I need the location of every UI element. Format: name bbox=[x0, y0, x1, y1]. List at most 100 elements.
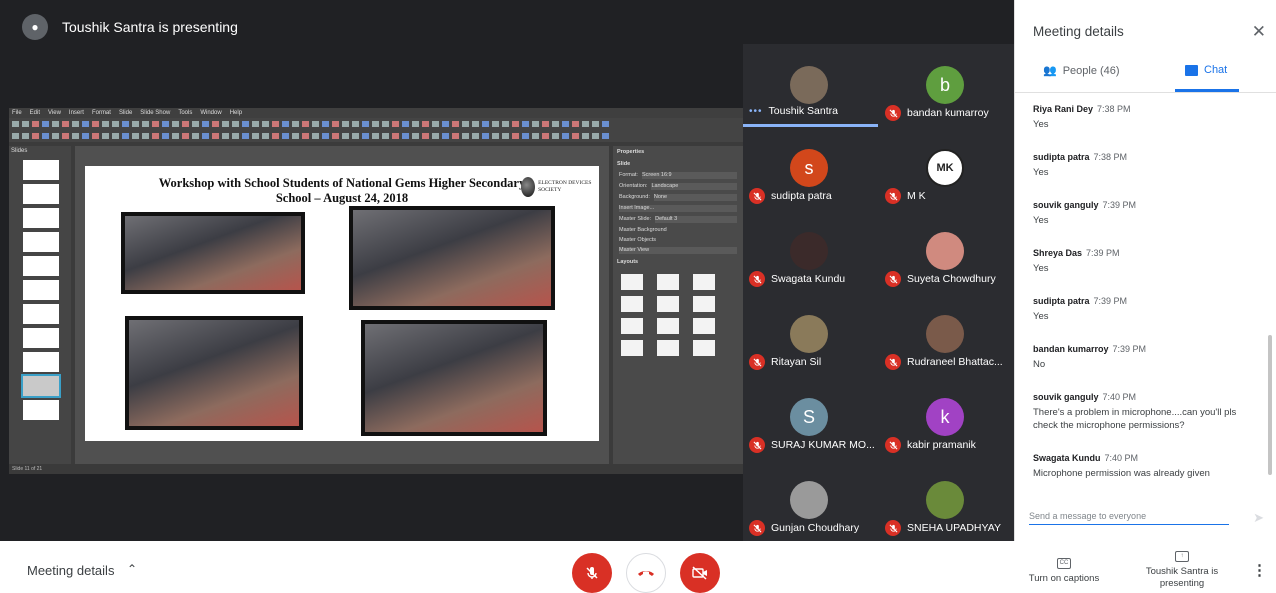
toolbar-icon[interactable] bbox=[12, 121, 19, 127]
toolbar-icon[interactable] bbox=[602, 121, 609, 127]
toolbar-icon[interactable] bbox=[142, 121, 149, 127]
lo-menu-item[interactable]: Help bbox=[230, 110, 242, 116]
toolbar-icon[interactable] bbox=[462, 133, 469, 139]
slide-thumbnail[interactable] bbox=[23, 352, 59, 372]
toolbar-icon[interactable] bbox=[522, 121, 529, 127]
toolbar-icon[interactable] bbox=[172, 121, 179, 127]
toolbar-icon[interactable] bbox=[352, 133, 359, 139]
close-icon[interactable]: ✕ bbox=[1252, 22, 1266, 42]
toolbar-icon[interactable] bbox=[472, 133, 479, 139]
slide-thumbnail[interactable] bbox=[23, 304, 59, 324]
toolbar-icon[interactable] bbox=[582, 133, 589, 139]
toolbar-icon[interactable] bbox=[412, 121, 419, 127]
toolbar-icon[interactable] bbox=[62, 121, 69, 127]
toolbar-icon[interactable] bbox=[282, 133, 289, 139]
toolbar-icon[interactable] bbox=[182, 133, 189, 139]
toolbar-icon[interactable] bbox=[72, 133, 79, 139]
toolbar-icon[interactable] bbox=[202, 133, 209, 139]
toolbar-icon[interactable] bbox=[332, 133, 339, 139]
toolbar-icon[interactable] bbox=[102, 121, 109, 127]
meeting-details-button[interactable]: Meeting details bbox=[27, 563, 114, 578]
lo-menu-item[interactable]: Edit bbox=[30, 110, 40, 116]
toolbar-icon[interactable] bbox=[302, 121, 309, 127]
toolbar-icon[interactable] bbox=[212, 133, 219, 139]
toolbar-icon[interactable] bbox=[242, 121, 249, 127]
toolbar-icon[interactable] bbox=[532, 133, 539, 139]
lo-menu-item[interactable]: Format bbox=[92, 110, 111, 116]
toolbar-icon[interactable] bbox=[42, 133, 49, 139]
toolbar-icon[interactable] bbox=[262, 121, 269, 127]
lo-menu-item[interactable]: Window bbox=[200, 110, 221, 116]
chat-input[interactable]: Send a message to everyone bbox=[1029, 508, 1229, 525]
toolbar-icon[interactable] bbox=[432, 121, 439, 127]
toolbar-icon[interactable] bbox=[422, 133, 429, 139]
toolbar-icon[interactable] bbox=[392, 133, 399, 139]
toolbar-icon[interactable] bbox=[72, 121, 79, 127]
toolbar-icon[interactable] bbox=[452, 133, 459, 139]
toolbar-icon[interactable] bbox=[42, 121, 49, 127]
participant-tile[interactable]: Ritayan Sil bbox=[743, 293, 878, 376]
toolbar-icon[interactable] bbox=[112, 133, 119, 139]
toolbar-icon[interactable] bbox=[252, 121, 259, 127]
toolbar-icon[interactable] bbox=[322, 133, 329, 139]
toolbar-icon[interactable] bbox=[542, 133, 549, 139]
lo-menu-item[interactable]: Slide bbox=[119, 110, 132, 116]
slide-thumbnail[interactable] bbox=[23, 232, 59, 252]
participant-tile[interactable]: Suyeta Chowdhury bbox=[879, 210, 1014, 293]
toolbar-icon[interactable] bbox=[332, 121, 339, 127]
toolbar-icon[interactable] bbox=[462, 121, 469, 127]
toolbar-icon[interactable] bbox=[482, 121, 489, 127]
toolbar-icon[interactable] bbox=[512, 133, 519, 139]
toolbar-icon[interactable] bbox=[512, 121, 519, 127]
toolbar-icon[interactable] bbox=[92, 133, 99, 139]
scrollbar[interactable] bbox=[1268, 335, 1272, 475]
slide-thumbnail[interactable] bbox=[23, 160, 59, 180]
toolbar-icon[interactable] bbox=[302, 133, 309, 139]
toolbar-icon[interactable] bbox=[82, 133, 89, 139]
toolbar-icon[interactable] bbox=[362, 133, 369, 139]
toolbar-icon[interactable] bbox=[312, 133, 319, 139]
lo-menu-item[interactable]: File bbox=[12, 110, 22, 116]
toolbar-icon[interactable] bbox=[532, 121, 539, 127]
slide-thumbnail[interactable] bbox=[23, 208, 59, 228]
toolbar-icon[interactable] bbox=[552, 121, 559, 127]
toolbar-icon[interactable] bbox=[502, 133, 509, 139]
toolbar-icon[interactable] bbox=[382, 121, 389, 127]
toolbar-icon[interactable] bbox=[182, 121, 189, 127]
toolbar-icon[interactable] bbox=[22, 121, 29, 127]
slide-thumbnail[interactable] bbox=[21, 374, 61, 398]
participant-tile[interactable]: SNEHA UPADHYAY bbox=[879, 459, 1014, 542]
toolbar-icon[interactable] bbox=[232, 133, 239, 139]
toolbar-icon[interactable] bbox=[602, 133, 609, 139]
toolbar-icon[interactable] bbox=[242, 133, 249, 139]
participant-tile[interactable]: Gunjan Choudhary bbox=[743, 459, 878, 542]
mic-off-button[interactable] bbox=[572, 553, 612, 593]
toolbar-icon[interactable] bbox=[22, 133, 29, 139]
toolbar-icon[interactable] bbox=[452, 121, 459, 127]
toolbar-icon[interactable] bbox=[592, 121, 599, 127]
toolbar-icon[interactable] bbox=[282, 121, 289, 127]
toolbar-icon[interactable] bbox=[142, 133, 149, 139]
toolbar-icon[interactable] bbox=[32, 133, 39, 139]
slide-thumbnail[interactable] bbox=[23, 256, 59, 276]
participant-tile[interactable]: S SURAJ KUMAR MO... bbox=[743, 376, 878, 459]
toolbar-icon[interactable] bbox=[352, 121, 359, 127]
toolbar-icon[interactable] bbox=[122, 133, 129, 139]
toolbar-icon[interactable] bbox=[192, 121, 199, 127]
slide-thumbnail[interactable] bbox=[23, 280, 59, 300]
toolbar-icon[interactable] bbox=[522, 133, 529, 139]
toolbar-icon[interactable] bbox=[222, 121, 229, 127]
toolbar-icon[interactable] bbox=[492, 133, 499, 139]
toolbar-icon[interactable] bbox=[372, 133, 379, 139]
slide-thumbnail[interactable] bbox=[23, 184, 59, 204]
toolbar-icon[interactable] bbox=[192, 133, 199, 139]
toolbar-icon[interactable] bbox=[472, 121, 479, 127]
participant-tile[interactable]: ••• Toushik Santra bbox=[743, 44, 878, 127]
lo-menu-item[interactable]: Slide Show bbox=[140, 110, 170, 116]
toolbar-icon[interactable] bbox=[232, 121, 239, 127]
hang-up-button[interactable] bbox=[626, 553, 666, 593]
toolbar-icon[interactable] bbox=[82, 121, 89, 127]
toolbar-icon[interactable] bbox=[162, 121, 169, 127]
toolbar-icon[interactable] bbox=[542, 121, 549, 127]
toolbar-icon[interactable] bbox=[62, 133, 69, 139]
